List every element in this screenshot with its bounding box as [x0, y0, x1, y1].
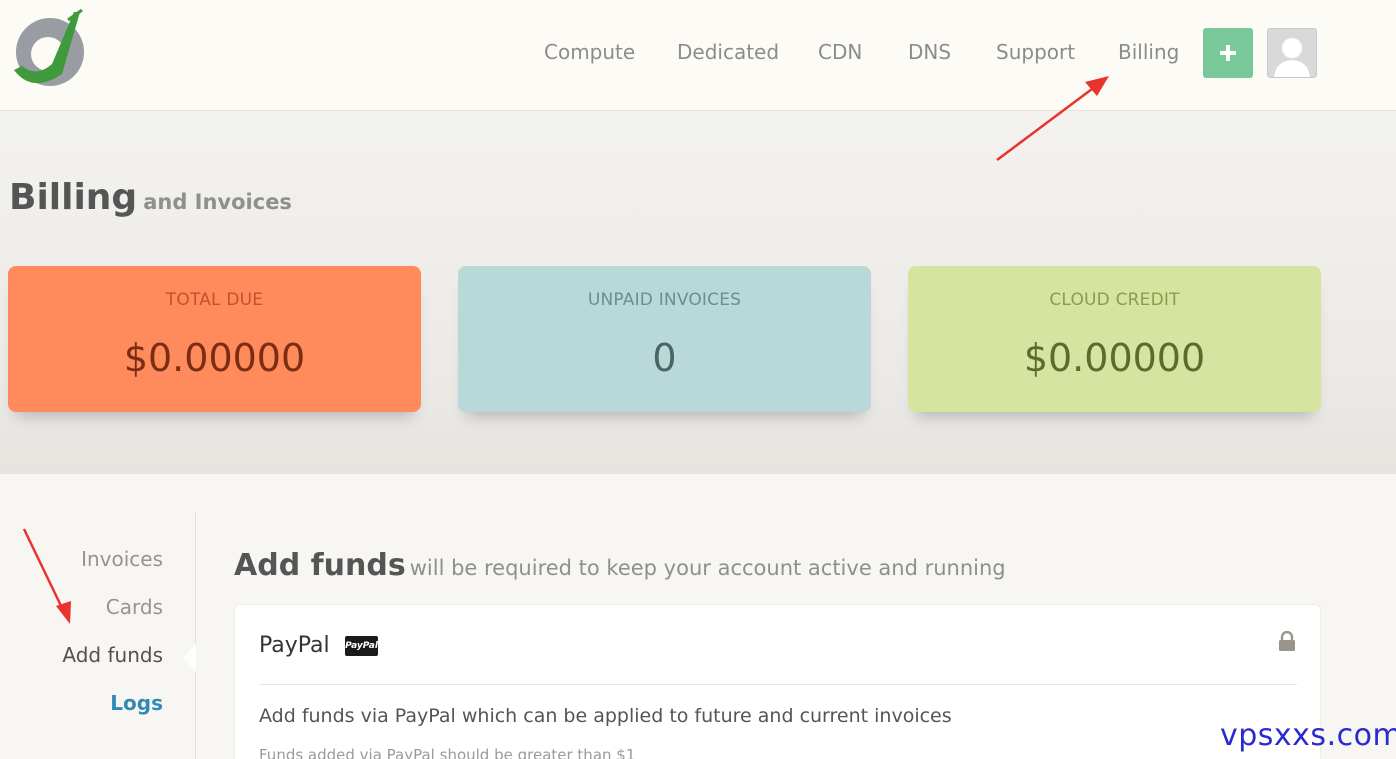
- paypal-note: Funds added via PayPal should be greater…: [259, 746, 636, 759]
- billing-summary: Billing and Invoices TOTAL DUE $0.00000 U…: [0, 111, 1396, 474]
- paypal-panel: PayPal PayPal Add funds via PayPal which…: [234, 604, 1321, 759]
- active-item-pointer: [183, 644, 196, 672]
- top-navbar: Compute Dedicated CDN DNS Support Billin…: [0, 0, 1396, 111]
- nav-billing[interactable]: Billing: [1118, 38, 1179, 66]
- sidebar-item-invoices[interactable]: Invoices: [81, 546, 163, 572]
- user-avatar[interactable]: [1267, 28, 1317, 78]
- sidebar-item-cards[interactable]: Cards: [106, 594, 163, 620]
- add-button[interactable]: [1203, 28, 1253, 78]
- paypal-badge: PayPal: [345, 636, 378, 656]
- section-title: Add funds: [234, 548, 406, 583]
- paypal-title: PayPal: [259, 633, 330, 658]
- unpaid-invoices-card: UNPAID INVOICES 0: [458, 266, 871, 412]
- sidebar-item-logs[interactable]: Logs: [110, 690, 163, 716]
- nav-dedicated[interactable]: Dedicated: [677, 38, 779, 66]
- nav-dns[interactable]: DNS: [908, 38, 951, 66]
- user-avatar-icon: [1268, 29, 1316, 77]
- total-due-value: $0.00000: [123, 336, 306, 380]
- total-due-label: TOTAL DUE: [165, 290, 264, 310]
- nav-compute[interactable]: Compute: [544, 38, 635, 66]
- page-title: Billing and Invoices: [9, 177, 292, 218]
- cloud-credit-value: $0.00000: [1023, 336, 1206, 380]
- billing-sidebar: Invoices Cards Add funds Logs: [0, 512, 196, 759]
- paypal-description: Add funds via PayPal which can be applie…: [259, 705, 952, 727]
- cloud-credit-label: CLOUD CREDIT: [1049, 290, 1180, 310]
- cloud-credit-card: CLOUD CREDIT $0.00000: [908, 266, 1321, 412]
- nav-cdn[interactable]: CDN: [818, 38, 862, 66]
- section-header: Add funds will be required to keep your a…: [234, 548, 1006, 583]
- unpaid-invoices-value: 0: [652, 336, 677, 380]
- total-due-card: TOTAL DUE $0.00000: [8, 266, 421, 412]
- watermark: vpsxxs.com: [1220, 718, 1396, 753]
- page-subtitle: and Invoices: [143, 190, 292, 214]
- brand-logo[interactable]: [8, 8, 90, 92]
- sidebar-item-add-funds[interactable]: Add funds: [62, 642, 163, 668]
- panel-divider: [259, 684, 1297, 685]
- plus-icon: [1220, 45, 1236, 61]
- section-subtitle: will be required to keep your account ac…: [409, 556, 1006, 580]
- lock-icon: [1279, 631, 1295, 651]
- unpaid-invoices-label: UNPAID INVOICES: [587, 290, 742, 310]
- nav-support[interactable]: Support: [996, 38, 1075, 66]
